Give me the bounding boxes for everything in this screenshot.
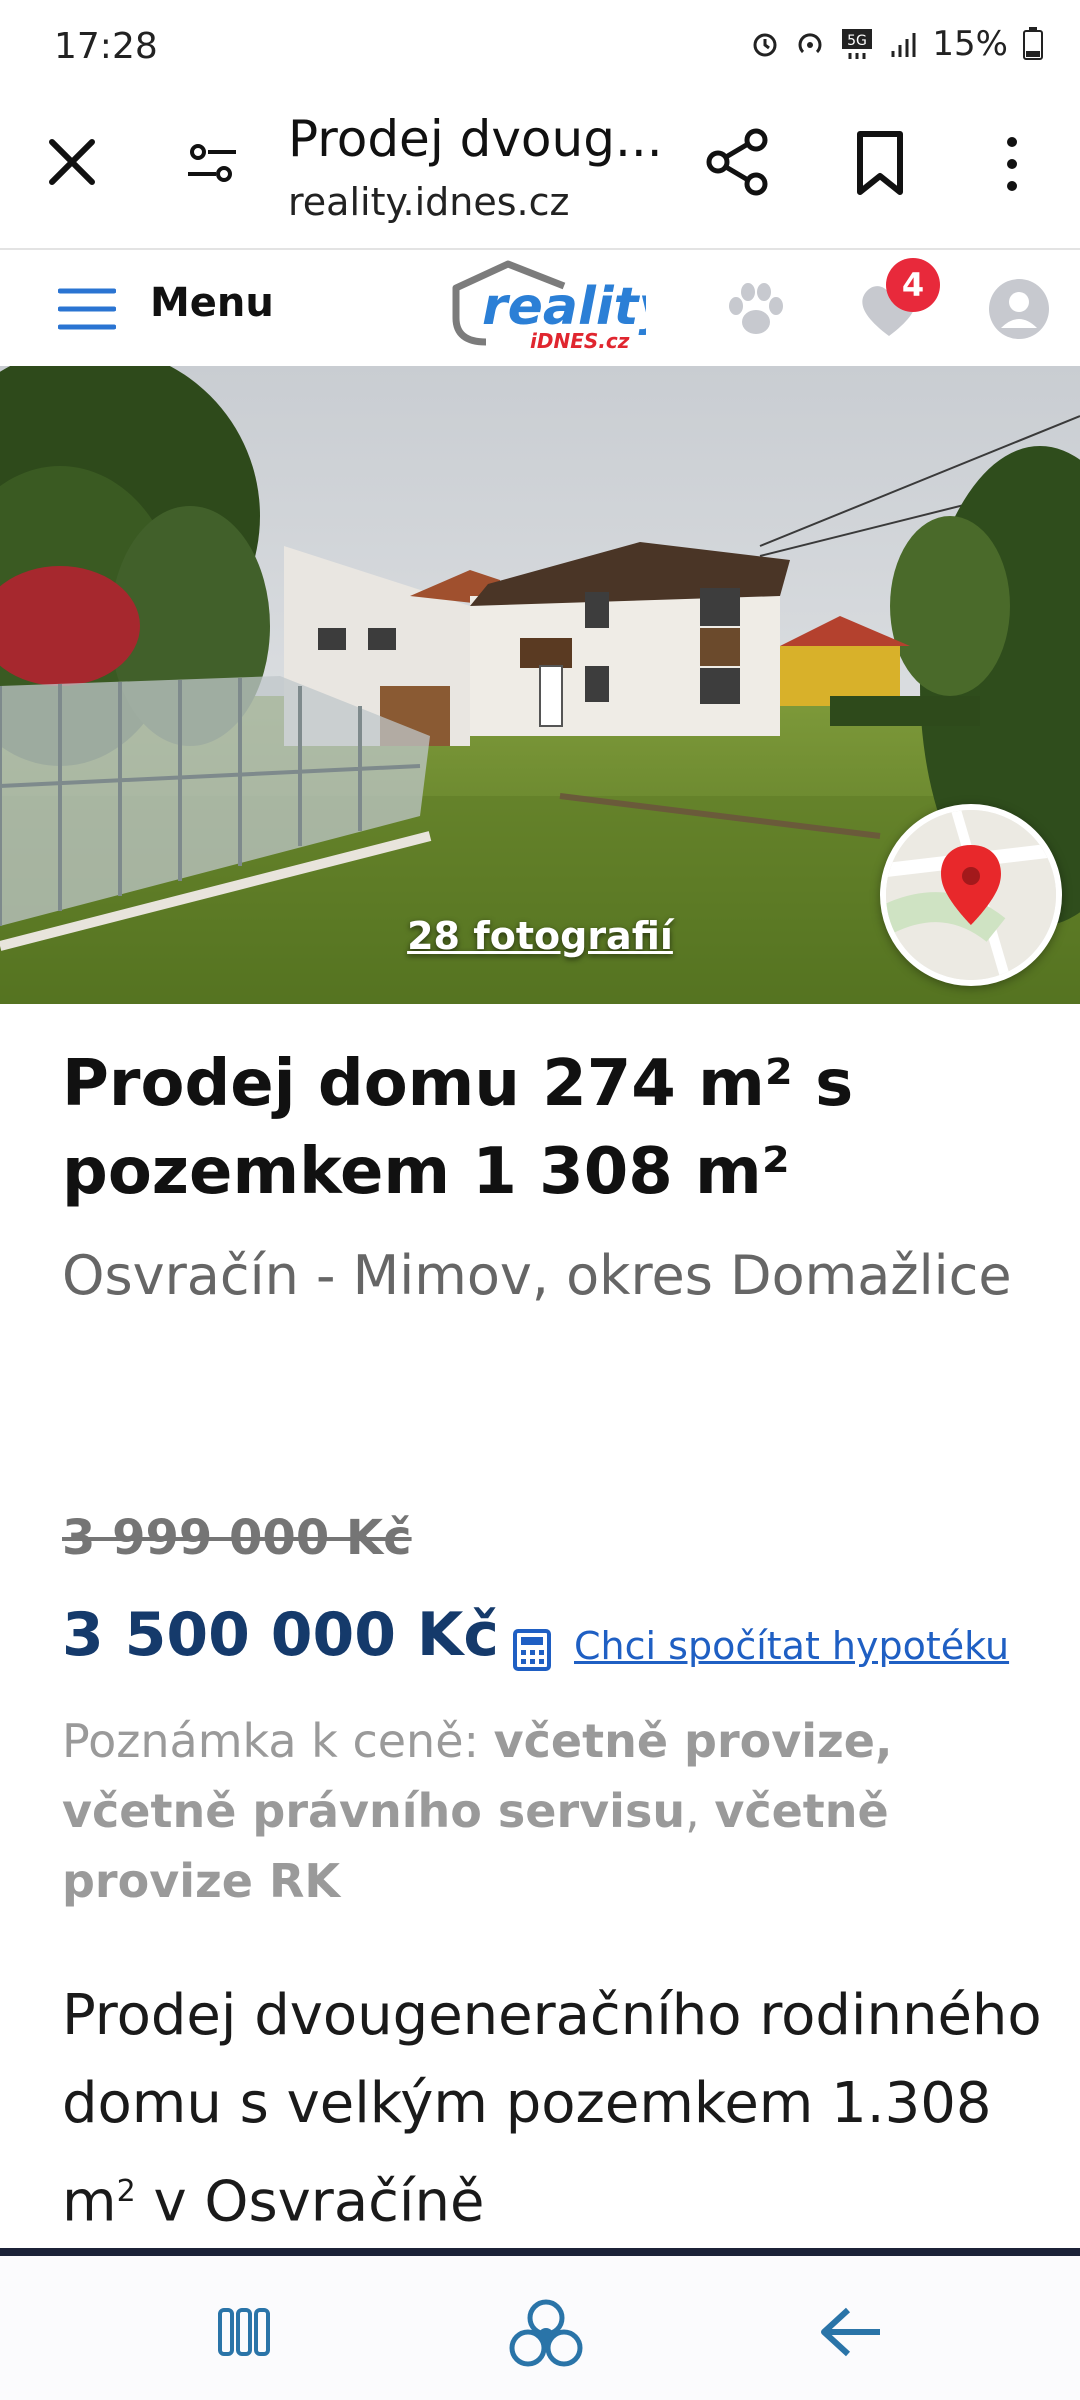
price-note-separator: , — [685, 1784, 700, 1838]
favorites-count-badge: 4 — [886, 258, 940, 312]
description-superscript: 2 — [116, 2174, 136, 2209]
status-time: 17:28 — [54, 26, 158, 67]
map-button[interactable] — [880, 804, 1062, 986]
recent-apps-icon[interactable] — [216, 2306, 272, 2358]
5g-icon: 5G — [842, 29, 873, 59]
description-text-end: v Osvračíně — [135, 2169, 485, 2235]
price-note-label: Poznámka k ceně: — [62, 1714, 479, 1768]
old-price: 3 999 000 Kč — [62, 1510, 412, 1566]
tune-icon[interactable] — [184, 138, 240, 188]
bottom-divider — [0, 2248, 1080, 2256]
system-navigation-bar — [0, 2256, 1080, 2400]
menu-label[interactable]: Menu — [150, 280, 274, 326]
battery-icon — [1023, 27, 1043, 60]
status-bar: 17:28 5G 15% — [0, 0, 1080, 96]
status-icons: 5G 15% — [750, 24, 1044, 64]
browser-toolbar: Prodej dvoug... reality.idnes.cz — [0, 96, 1080, 250]
share-icon[interactable] — [704, 126, 772, 198]
page-title[interactable]: Prodej dvoug... — [288, 110, 663, 168]
reality-logo[interactable]: reality iDNES.cz — [446, 258, 646, 358]
close-icon[interactable] — [42, 132, 102, 192]
site-header: Menu reality iDNES.cz 4 — [0, 250, 1080, 366]
home-icon[interactable] — [502, 2288, 590, 2376]
calculator-icon[interactable] — [512, 1628, 552, 1672]
current-price: 3 500 000 Kč — [62, 1600, 499, 1670]
bookmark-icon[interactable] — [852, 130, 908, 196]
paw-icon[interactable] — [724, 280, 788, 340]
price-note-item: včetně provize, — [493, 1714, 893, 1768]
hotspot-icon — [798, 33, 822, 54]
listing-header: Prodej domu 274 m² s pozemkem 1 308 m² O… — [62, 1040, 1042, 1326]
price-note-item: včetně právního servisu — [62, 1784, 686, 1838]
signal-icon — [891, 33, 916, 57]
listing-photo[interactable]: 28 fotografií — [0, 366, 1080, 1004]
more-icon[interactable] — [988, 132, 1036, 196]
map-pin-icon — [886, 810, 1056, 980]
back-arrow-icon[interactable] — [818, 2304, 884, 2360]
mortgage-calculator-link[interactable]: Chci spočítat hypotéku — [574, 1624, 1009, 1668]
hamburger-menu-icon[interactable] — [58, 286, 116, 332]
svg-text:5G: 5G — [848, 33, 868, 49]
listing-description: Prodej dvougeneračního rodinného domu s … — [62, 1972, 1052, 2247]
page-url[interactable]: reality.idnes.cz — [288, 180, 569, 224]
listing-location[interactable]: Osvračín - Mimov, okres Domažlice — [62, 1226, 1042, 1326]
listing-title: Prodej domu 274 m² s pozemkem 1 308 m² — [62, 1047, 854, 1209]
logo-word: reality — [482, 277, 646, 337]
price-note: Poznámka k ceně: včetně provize, včetně … — [62, 1706, 1042, 1916]
alarm-icon — [753, 33, 777, 57]
user-avatar-icon[interactable] — [988, 278, 1050, 340]
logo-sub: iDNES.cz — [530, 329, 630, 353]
battery-percent: 15% — [932, 24, 1008, 64]
